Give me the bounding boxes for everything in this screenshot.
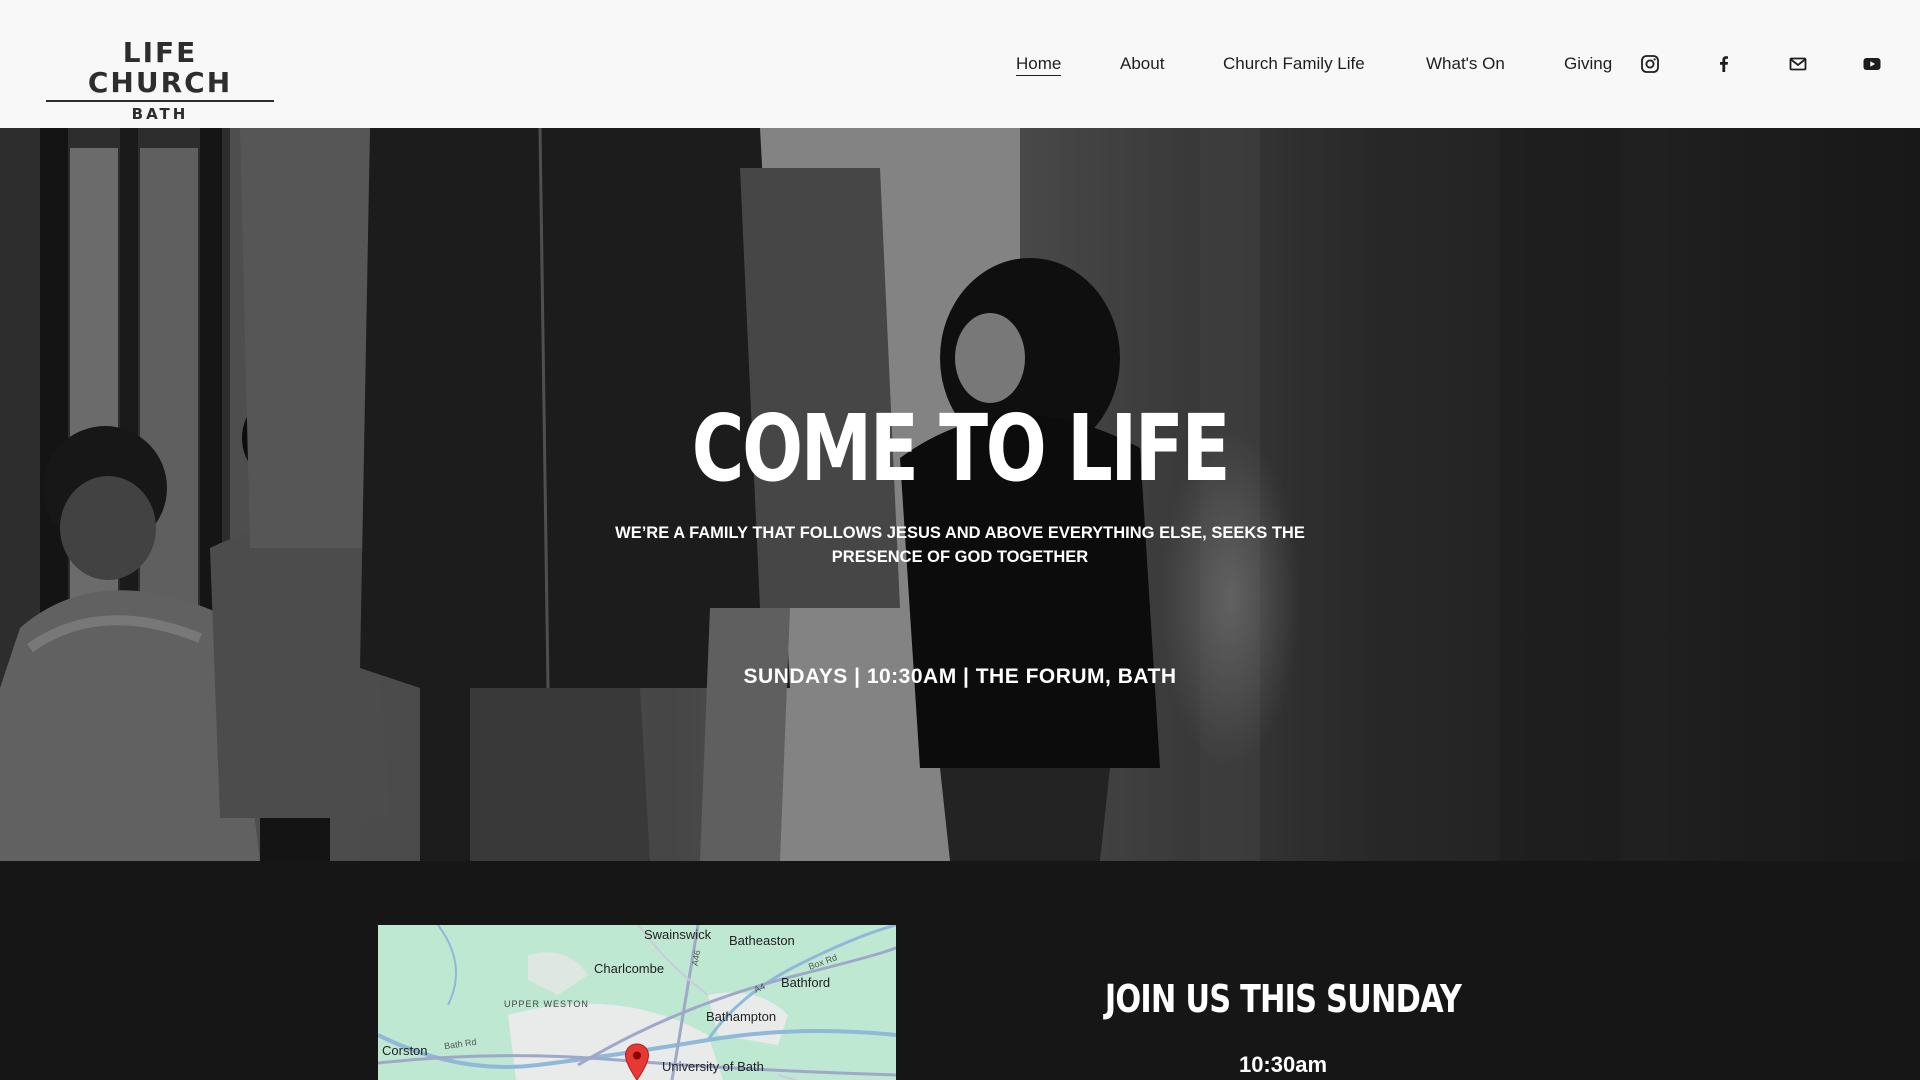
location-pin-icon[interactable]	[624, 1043, 650, 1080]
instagram-icon[interactable]	[1640, 54, 1660, 74]
join-us-title: JOIN US THIS SUNDAY	[1104, 977, 1462, 1021]
join-us-time: 10:30am	[1238, 1052, 1328, 1077]
nav-about[interactable]: About	[1120, 52, 1164, 76]
map-label-charlcombe: Charlcombe	[594, 961, 665, 976]
nav-giving[interactable]: Giving	[1564, 52, 1612, 76]
site-logo[interactable]: LIFE CHURCH BATH	[46, 38, 274, 123]
map-label-batheaston: Batheaston	[729, 933, 795, 948]
logo-title: LIFE CHURCH	[87, 36, 233, 99]
map-label-upper-weston: UPPER WESTON	[504, 999, 589, 1009]
map-label-bathampton: Bathampton	[706, 1009, 777, 1024]
join-us-section: Swainswick Batheaston Charlcombe Bathfor…	[0, 861, 1920, 1080]
logo-divider	[46, 100, 274, 102]
map-label-swainswick: Swainswick	[644, 927, 712, 942]
service-times: SUNDAYS | 10:30AM | THE FORUM, BATH	[743, 665, 1177, 688]
map-label-corston: Corston	[382, 1043, 428, 1058]
site-header: LIFE CHURCH BATH Home About Church Famil…	[0, 0, 1920, 128]
nav-home[interactable]: Home	[1016, 52, 1062, 76]
hero-section: COME TO LIFE WE’RE A FAMILY THAT FOLLOWS…	[0, 128, 1920, 861]
mail-icon[interactable]	[1788, 54, 1808, 74]
youtube-icon[interactable]	[1862, 54, 1882, 74]
nav-church-family-life[interactable]: Church Family Life	[1223, 52, 1365, 76]
nav-whats-on[interactable]: What's On	[1426, 52, 1505, 76]
location-map[interactable]: Swainswick Batheaston Charlcombe Bathfor…	[378, 925, 896, 1080]
hero-title: COME TO LIFE	[691, 395, 1231, 502]
map-label-university-of-bath: University of Bath	[662, 1059, 764, 1074]
hero-subtitle: WE’RE A FAMILY THAT FOLLOWS JESUS AND AB…	[615, 524, 1305, 566]
logo-subtitle: BATH	[131, 105, 189, 123]
facebook-icon[interactable]	[1714, 54, 1734, 74]
map-label-bathford: Bathford	[781, 975, 831, 990]
